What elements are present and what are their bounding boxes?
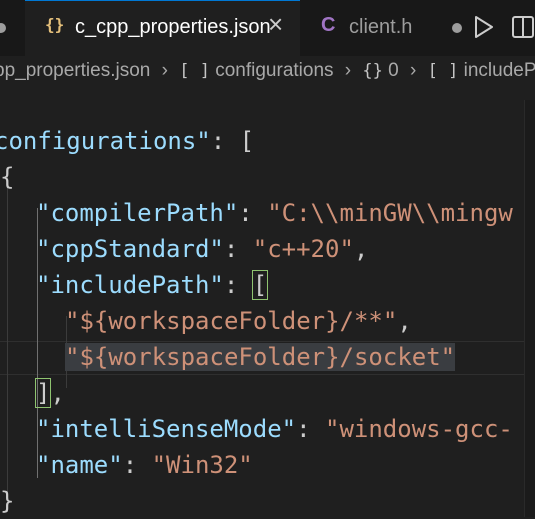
dirty-dot-icon — [0, 23, 6, 33]
chevron-right-icon: › — [344, 60, 352, 81]
json-string: "C:\\minGW\\mingw — [267, 199, 513, 227]
json-key: "compilerPath" — [36, 199, 239, 227]
array-icon: [ ] — [427, 61, 459, 81]
punctuation: : — [223, 235, 253, 263]
bracket-match: ] — [34, 378, 52, 408]
tab-label[interactable]: c_cpp_properties.json — [75, 16, 271, 39]
bracket-match: [ — [251, 270, 269, 300]
breadcrumb-configurations[interactable]: configurations — [215, 60, 333, 81]
code-line: { — [0, 159, 14, 195]
run-icon[interactable] — [474, 16, 494, 38]
json-key: "includePath" — [36, 271, 224, 299]
breadcrumb-file[interactable]: pp_properties.json — [0, 60, 150, 81]
scrollbar[interactable] — [524, 100, 535, 517]
punctuation: : [ — [210, 127, 255, 155]
json-string: "Win32" — [151, 451, 253, 479]
brace: { — [0, 163, 15, 191]
punctuation: : — [122, 451, 152, 479]
json-file-icon: {} — [45, 15, 65, 34]
tab-bar: {} c_cpp_properties.json × C client.h — [0, 0, 535, 56]
code-line: "intelliSenseMode": "windows-gcc- — [36, 411, 513, 447]
breadcrumb: pp_properties.json › [ ] configurations … — [0, 60, 535, 84]
c-file-icon: C — [321, 14, 336, 36]
punctuation: : — [223, 271, 253, 299]
indent-guide — [7, 172, 8, 512]
code-line: "cppStandard": "c++20", — [36, 231, 368, 267]
json-key: "cppStandard" — [36, 235, 224, 263]
punctuation: : — [238, 199, 268, 227]
tab-client-h[interactable]: client.h — [349, 16, 412, 39]
code-line: "name": "Win32" — [36, 447, 253, 483]
code-line: "compilerPath": "C:\\minGW\\mingw — [36, 195, 513, 231]
chevron-right-icon: › — [410, 60, 417, 81]
code-editor[interactable]: configurations": [ { "compilerPath": "C:… — [0, 100, 535, 517]
code-line: "includePath": [ — [36, 267, 269, 303]
code-line: "${workspaceFolder}/socket" — [65, 339, 456, 375]
json-string: "c++20" — [252, 235, 354, 263]
split-editor-icon[interactable] — [511, 15, 535, 39]
punctuation: , — [50, 379, 65, 407]
json-key: "intelliSenseMode" — [36, 415, 297, 443]
json-string: "windows-gcc- — [325, 415, 513, 443]
punctuation: , — [353, 235, 369, 263]
json-string-selected: "${workspaceFolder}/socket" — [65, 343, 456, 371]
dirty-dot-icon — [452, 23, 462, 33]
punctuation: : — [296, 415, 325, 443]
code-line: "${workspaceFolder}/**", — [65, 303, 412, 339]
code-line: configurations": [ — [0, 123, 254, 159]
brace: } — [0, 487, 15, 515]
object-icon: {} — [362, 61, 383, 81]
json-key: "name" — [36, 451, 123, 479]
code-line: } — [0, 483, 14, 519]
chevron-right-icon: › — [161, 60, 168, 81]
json-key: configurations" — [0, 127, 211, 155]
json-string: "${workspaceFolder}/**" — [65, 307, 398, 335]
punctuation: , — [397, 307, 412, 335]
breadcrumb-index[interactable]: 0 — [388, 60, 399, 81]
code-line: ], — [34, 375, 65, 411]
breadcrumb-includepath[interactable]: includePat — [464, 60, 535, 81]
close-icon[interactable]: × — [268, 11, 283, 37]
array-icon: [ ] — [179, 61, 210, 81]
